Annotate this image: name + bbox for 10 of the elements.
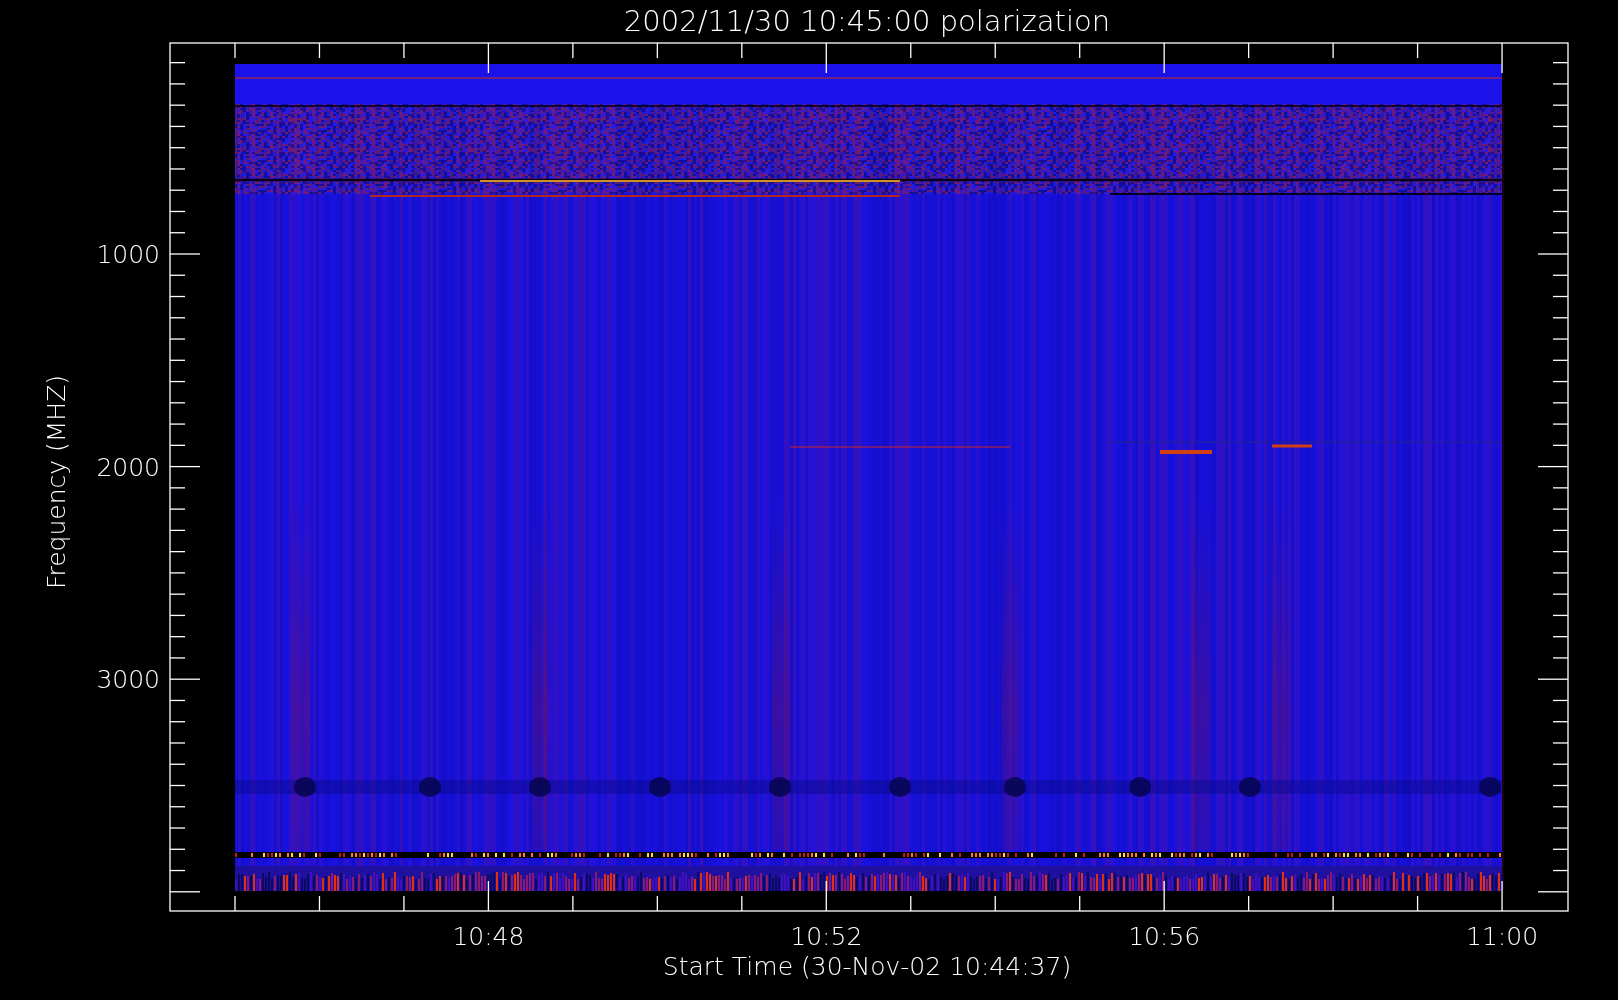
chart-title: 2002/11/30 10:45:00 polarization (623, 4, 1111, 38)
y-tick-label: 1000 (96, 240, 160, 269)
x-tick-label: 11:00 (1466, 922, 1539, 951)
x-tick-label: 10:52 (790, 922, 863, 951)
x-tick-label: 10:56 (1128, 922, 1201, 951)
y-axis-label: Frequency (MHZ) (42, 374, 71, 590)
x-axis-label: Start Time (30-Nov-02 10:44:37) (662, 952, 1072, 981)
y-tick-label: 3000 (96, 665, 160, 695)
y-tick-label: 2000 (96, 452, 160, 482)
x-tick-label: 10:48 (452, 922, 525, 951)
